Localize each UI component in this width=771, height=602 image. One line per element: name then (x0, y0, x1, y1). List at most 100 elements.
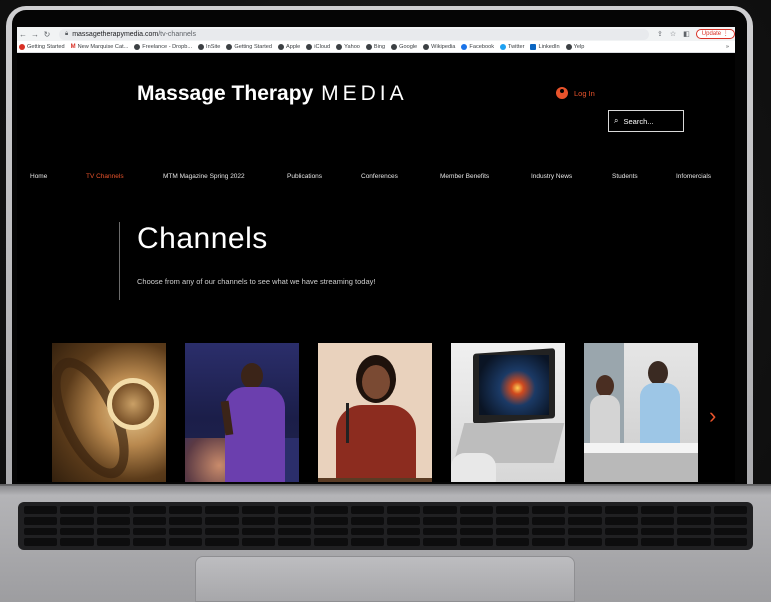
login-link[interactable]: Log In (556, 87, 595, 99)
keyboard-key (386, 506, 421, 514)
keyboard-key (60, 506, 94, 514)
address-bar[interactable]: 🔒︎ massagetherapymedia.com/tv-channels (59, 28, 649, 40)
bookmark-item[interactable]: Yahoo (336, 43, 360, 50)
firefox-icon (19, 43, 25, 50)
lock-icon[interactable]: 🔒︎ (65, 31, 68, 38)
back-icon[interactable]: ← (17, 30, 29, 39)
channel-card[interactable]: New Releases Channel (52, 343, 166, 482)
forward-icon[interactable]: → (29, 30, 41, 39)
bookmark-label: Yahoo (344, 43, 360, 50)
keyboard-key (278, 516, 312, 525)
globe-icon (134, 43, 141, 50)
bookmark-item[interactable]: iCloud (306, 43, 330, 50)
site-search[interactable]: ⌕ (608, 110, 684, 132)
reload-icon[interactable]: ↻ (41, 30, 53, 39)
keyboard-key (713, 506, 747, 514)
bookmark-label: Freelance - Dropb... (142, 43, 193, 50)
keyboard-key (641, 527, 675, 536)
keyboard-key (532, 516, 566, 525)
keyboard-key (205, 527, 239, 536)
bookmark-item[interactable]: Apple (277, 43, 301, 50)
keyboard-key (132, 527, 167, 536)
keyboard-key (677, 516, 711, 525)
keyboard-key (96, 506, 130, 514)
globe-icon (336, 43, 343, 50)
keyboard-key (241, 506, 276, 514)
star-icon[interactable]: ☆ (670, 30, 676, 38)
bookmark-item[interactable]: Yelp (565, 43, 584, 50)
bookmark-label: Google (399, 43, 418, 50)
channel-thumbnail[interactable] (451, 343, 565, 482)
channel-thumbnail[interactable] (52, 343, 166, 482)
bookmark-label: Apple (285, 43, 301, 50)
bookmark-item[interactable]: Google (391, 43, 418, 50)
keyboard-key (132, 538, 167, 546)
bookmarks-bar: Getting Started M New Marquise Cat... Freel… (17, 41, 735, 53)
bookmarks-overflow-icon[interactable]: » (726, 44, 735, 50)
keyboard-key (278, 506, 312, 514)
keyboard-key (604, 527, 639, 536)
keyboard-key (24, 506, 58, 514)
nav-item-publications[interactable]: Publications (287, 173, 322, 180)
keyboard-key (205, 506, 239, 514)
nav-item-home[interactable]: Home (30, 173, 47, 180)
update-button[interactable]: Update ⋮ (695, 29, 735, 39)
thumbnail-shape (584, 443, 698, 453)
keyboard-key (641, 538, 675, 546)
bookmark-label: InSite (206, 43, 221, 50)
thumbnail-shape (225, 387, 285, 482)
share-icon[interactable]: ⇪ (657, 30, 663, 38)
keyboard-key (96, 538, 130, 546)
globe-icon (306, 43, 313, 50)
nav-item-mtm-magazine-spring-2022[interactable]: MTM Magazine Spring 2022 (163, 173, 245, 180)
nav-item-member-benefits[interactable]: Member Benefits (440, 173, 489, 180)
nav-item-industry-news[interactable]: Industry News (531, 173, 572, 180)
keyboard-key (169, 538, 203, 546)
keyboard-key (604, 538, 639, 546)
channel-thumbnail[interactable] (584, 343, 698, 482)
channel-card[interactable]: NEW - MTM Talks Live Lecture (185, 343, 299, 482)
nav-item-conferences[interactable]: Conferences (361, 173, 398, 180)
nav-item-students[interactable]: Students (612, 173, 638, 180)
bookmark-label: Wikipedia (431, 43, 456, 50)
bookmark-item[interactable]: LinkedIn (530, 43, 560, 50)
bookmark-item[interactable]: Facebook (461, 43, 494, 50)
facebook-icon (461, 43, 468, 50)
keyboard-key (314, 527, 348, 536)
bookmark-item[interactable]: Twitter (500, 43, 524, 50)
bookmark-item[interactable]: Bing (365, 43, 385, 50)
keyboard-key (568, 538, 602, 546)
thumbnail-shape (107, 378, 159, 430)
channel-card[interactable]: 5 Minute Lecture Channel (318, 343, 432, 482)
bookmark-item[interactable]: Getting Started (19, 43, 65, 50)
bookmark-item[interactable]: Wikipedia (423, 43, 456, 50)
keyboard-key (641, 516, 675, 525)
channel-thumbnail[interactable] (185, 343, 299, 482)
keyboard-key (423, 527, 457, 536)
search-input[interactable] (623, 116, 676, 126)
bookmark-item[interactable]: InSite (198, 43, 221, 50)
gmail-icon: M (70, 43, 76, 50)
channel-thumbnail[interactable] (318, 343, 432, 482)
site-logo[interactable]: Massage Therapy MEDIA (137, 82, 408, 106)
bookmark-label: Getting Started (27, 43, 65, 50)
laptop-keyboard (18, 502, 753, 550)
keyboard-key (641, 506, 675, 514)
carousel-next-arrow-icon[interactable]: › (709, 403, 716, 429)
sidepanel-icon[interactable]: ◧ (683, 30, 690, 38)
keyboard-key (60, 527, 94, 536)
channel-card[interactable]: Business Channel (584, 343, 698, 482)
keyboard-key (169, 516, 203, 525)
bookmark-item[interactable]: Freelance - Dropb... (134, 43, 193, 50)
nav-item-tv-channels[interactable]: TV Channels (86, 173, 124, 180)
keyboard-key (278, 527, 312, 536)
bookmark-item[interactable]: M New Marquise Cat... (71, 44, 129, 50)
keyboard-key (350, 516, 384, 525)
channel-card[interactable]: Academic Corner Channel (451, 343, 565, 482)
bookmark-item[interactable]: Getting Started (226, 43, 272, 50)
page-subtitle: Choose from any of our channels to see w… (137, 277, 376, 286)
globe-icon (277, 43, 284, 50)
nav-item-infomercials[interactable]: Infomercials (676, 173, 711, 180)
keyboard-key (495, 527, 530, 536)
keyboard-key (132, 506, 167, 514)
